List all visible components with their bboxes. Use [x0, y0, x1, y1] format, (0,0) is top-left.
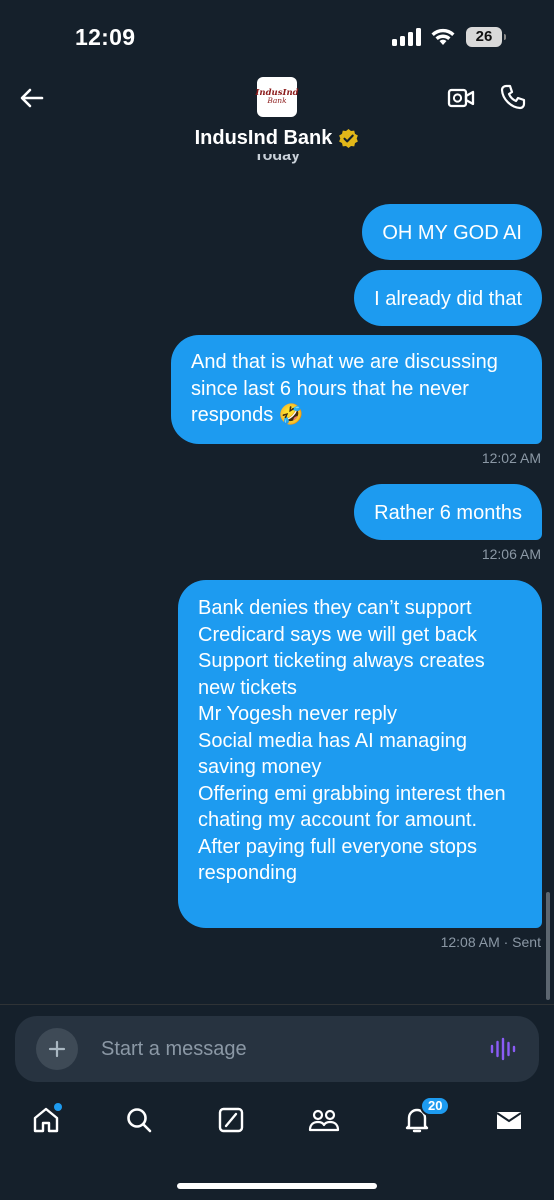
message-bubble[interactable]: Rather 6 months	[354, 484, 542, 540]
message-composer	[15, 1016, 539, 1082]
scrollbar[interactable]	[546, 892, 550, 1000]
phone-call-icon[interactable]	[499, 83, 527, 111]
communities-icon	[308, 1109, 340, 1132]
tab-search[interactable]	[122, 1103, 156, 1137]
plus-icon	[48, 1040, 66, 1058]
message-bubble[interactable]: I already did that	[354, 270, 542, 326]
date-separator: Today	[0, 154, 554, 166]
avatar-logo-subtext: Bank	[267, 96, 287, 105]
bottom-tab-bar: 20	[0, 1095, 554, 1155]
message-bubble[interactable]: OH MY GOD AI	[362, 204, 542, 260]
voice-wave-icon[interactable]	[489, 1037, 517, 1061]
grok-icon	[218, 1107, 244, 1133]
status-time: 12:09	[75, 24, 136, 50]
tab-home[interactable]	[29, 1103, 63, 1137]
avatar[interactable]: IndusInd Bank	[255, 77, 299, 117]
mail-icon	[496, 1112, 522, 1129]
search-icon	[127, 1108, 152, 1133]
contact-name: IndusInd Bank	[194, 127, 333, 149]
verified-badge-icon	[339, 128, 359, 149]
home-notification-dot	[54, 1103, 62, 1111]
status-bar: 12:09 26	[0, 0, 554, 70]
message-timestamp: 12:08 AM · Sent	[440, 934, 541, 950]
contact-name-row[interactable]: IndusInd Bank	[0, 127, 554, 150]
tab-notifications[interactable]: 20	[400, 1096, 451, 1137]
message-timestamp: 12:06 AM	[481, 546, 541, 562]
wifi-icon	[431, 28, 455, 45]
cellular-signal-icon	[392, 28, 422, 46]
conversation-header: IndusInd Bank IndusInd Bank Today	[0, 70, 554, 164]
tab-messages[interactable]	[492, 1103, 526, 1137]
tab-communities[interactable]	[307, 1103, 341, 1137]
tab-grok[interactable]	[214, 1103, 248, 1137]
video-call-icon[interactable]	[447, 86, 475, 110]
home-indicator[interactable]	[177, 1183, 377, 1189]
message-input[interactable]	[101, 1033, 471, 1065]
message-bubble[interactable]: Bank denies they can’t support Credicard…	[178, 580, 542, 928]
add-attachment-button[interactable]	[36, 1028, 78, 1070]
date-separator-label: Today	[254, 154, 300, 164]
composer-divider	[0, 1004, 554, 1005]
back-arrow-icon[interactable]	[18, 84, 46, 112]
battery-indicator: 26	[466, 27, 506, 47]
notifications-badge: 20	[420, 1096, 451, 1116]
message-bubble[interactable]: And that is what we are discussing since…	[171, 335, 542, 444]
message-timestamp: 12:02 AM	[481, 450, 541, 466]
